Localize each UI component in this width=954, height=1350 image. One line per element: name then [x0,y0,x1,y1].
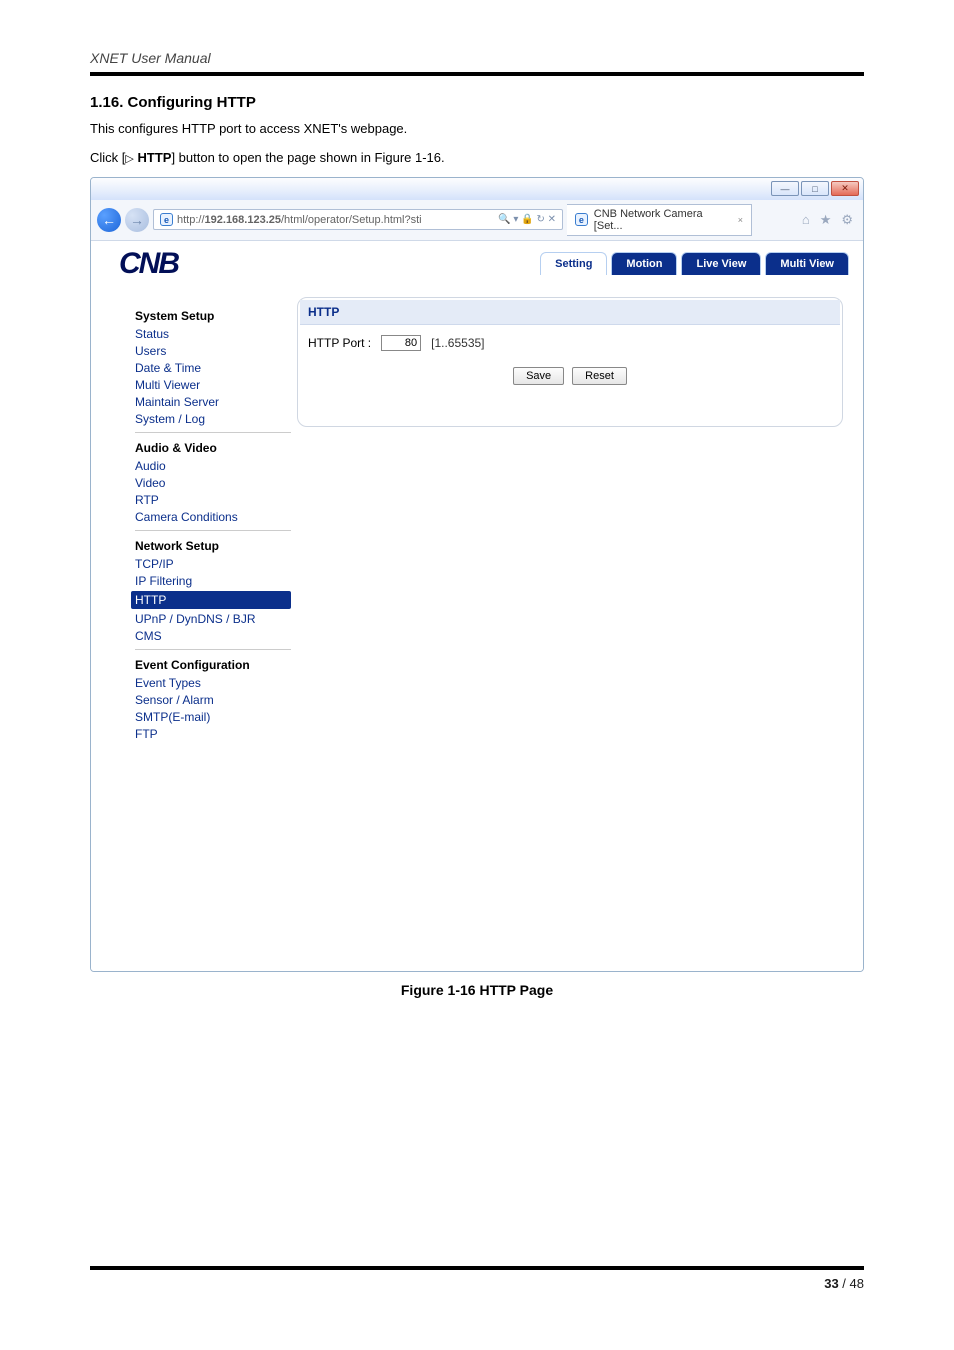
ie-icon: e [160,213,173,226]
section-heading: 1.16. Configuring HTTP [90,94,864,111]
click-suffix: ] button to open the page shown in Figur… [171,150,444,165]
side-nav: System Setup Status Users Date & Time Mu… [111,297,291,961]
window-maximize-button[interactable]: □ [801,181,829,196]
nav-item-rtp[interactable]: RTP [135,493,291,507]
window-close-button[interactable]: ✕ [831,181,859,196]
click-prefix: Click [ [90,150,125,165]
page-number: 33 / 48 [90,1276,864,1291]
reset-button[interactable]: Reset [572,367,627,385]
nav-item-date-time[interactable]: Date & Time [135,361,291,375]
address-bar[interactable]: e http://192.168.123.25/html/operator/Se… [153,209,563,230]
url-path: /html/operator/Setup.html?sti [281,214,422,226]
nav-item-audio[interactable]: Audio [135,459,291,473]
click-instruction: Click [▷ HTTP] button to open the page s… [90,148,864,169]
nav-item-ip-filtering[interactable]: IP Filtering [135,574,291,588]
nav-group-network-setup: Network Setup [135,530,291,553]
http-port-input[interactable] [381,335,421,351]
footer-rule [90,1266,864,1270]
http-label: HTTP [137,150,171,165]
window-titlebar: — □ ✕ [91,178,863,200]
browser-window: — □ ✕ ← → e http://192.168.123.25/html/o… [90,177,864,972]
toolbar-icons: ⌂ ★ ⚙ [802,212,857,228]
http-port-row: HTTP Port : [1..65535] [308,333,832,353]
nav-group-system-setup: System Setup [135,309,291,323]
tab-favicon-icon: e [575,213,588,226]
figure-caption: Figure 1-16 HTTP Page [90,982,864,998]
settings-gear-icon[interactable]: ⚙ [841,212,853,228]
http-settings-panel: HTTP HTTP Port : [1..65535] Save Reset [297,297,843,427]
app-main: System Setup Status Users Date & Time Mu… [91,287,863,971]
url-prefix: http:// [177,214,205,226]
nav-item-cms[interactable]: CMS [135,629,291,643]
nav-item-sensor-alarm[interactable]: Sensor / Alarm [135,693,291,707]
window-minimize-button[interactable]: — [771,181,799,196]
save-button[interactable]: Save [513,367,564,385]
nav-item-event-types[interactable]: Event Types [135,676,291,690]
app-header: CNB Setting Motion Live View Multi View [91,241,863,287]
nav-item-status[interactable]: Status [135,327,291,341]
nav-group-audio-video: Audio & Video [135,432,291,455]
nav-item-maintain-server[interactable]: Maintain Server [135,395,291,409]
nav-item-multi-viewer[interactable]: Multi Viewer [135,378,291,392]
nav-item-ftp[interactable]: FTP [135,727,291,741]
address-bar-icons: 🔍 ▾ 🔒 ↻ ✕ [498,214,556,225]
favorites-icon[interactable]: ★ [820,212,832,228]
header-rule [90,72,864,76]
app-body: CNB Setting Motion Live View Multi View … [91,241,863,971]
nav-item-smtp-email[interactable]: SMTP(E-mail) [135,710,291,724]
page-sep: / [839,1276,850,1291]
nav-item-camera-conditions[interactable]: Camera Conditions [135,510,291,524]
intro-text: This configures HTTP port to access XNET… [90,119,864,140]
doc-header-title: XNET User Manual [90,50,864,66]
home-icon[interactable]: ⌂ [802,212,810,228]
cnb-logo: CNB [119,247,178,281]
nav-item-video[interactable]: Video [135,476,291,490]
nav-back-button[interactable]: ← [97,208,121,232]
panel-buttons: Save Reset [308,367,832,385]
address-bar-row: ← → e http://192.168.123.25/html/operato… [91,200,863,241]
tab-motion[interactable]: Motion [611,252,677,275]
tab-live-view[interactable]: Live View [681,252,761,275]
nav-group-event-configuration: Event Configuration [135,649,291,672]
tab-close-icon[interactable]: × [738,215,743,225]
play-icon: ▷ [125,153,133,165]
browser-tab-title: CNB Network Camera [Set... [594,208,732,232]
browser-tab[interactable]: e CNB Network Camera [Set... × [567,204,752,236]
nav-item-system-log[interactable]: System / Log [135,412,291,426]
http-port-label: HTTP Port : [308,336,371,350]
http-port-range: [1..65535] [431,336,484,350]
url-text: http://192.168.123.25/html/operator/Setu… [177,214,422,226]
nav-forward-button[interactable]: → [125,208,149,232]
nav-item-http[interactable]: HTTP [131,591,291,609]
app-tabs: Setting Motion Live View Multi View [536,252,849,275]
tab-setting[interactable]: Setting [540,252,607,275]
nav-item-upnp-dyndns-bjr[interactable]: UPnP / DynDNS / BJR [135,612,291,626]
url-host: 192.168.123.25 [205,214,281,226]
tab-multi-view[interactable]: Multi View [765,252,849,275]
nav-item-tcpip[interactable]: TCP/IP [135,557,291,571]
panel-title: HTTP [300,300,840,325]
page-current: 33 [824,1276,838,1291]
nav-item-users[interactable]: Users [135,344,291,358]
page-total: 48 [850,1276,864,1291]
